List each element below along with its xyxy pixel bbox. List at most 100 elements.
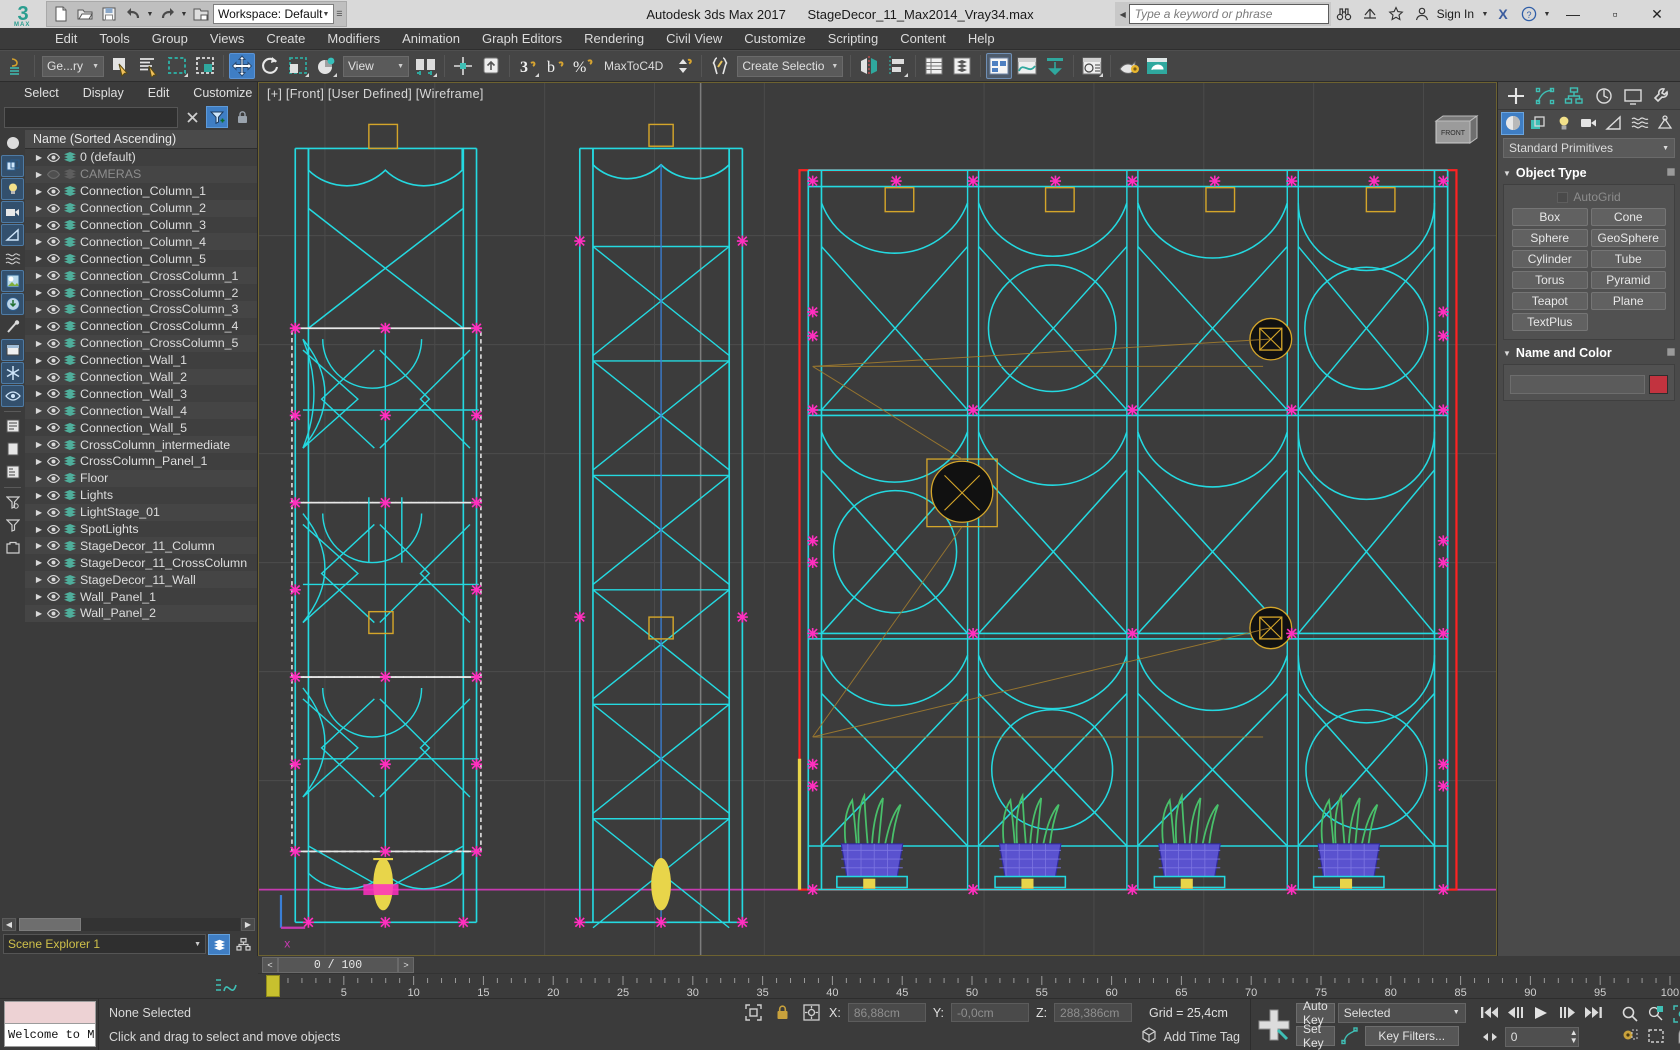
object-button-tube[interactable]: Tube [1590, 250, 1666, 268]
menu-create[interactable]: Create [255, 28, 316, 50]
object-color-swatch[interactable] [1649, 375, 1668, 394]
motion-tab-icon[interactable] [1592, 84, 1616, 108]
expand-arrow-icon[interactable]: ▶ [33, 423, 45, 432]
close-button[interactable]: ✕ [1636, 0, 1678, 28]
layer-explorer-icon[interactable] [921, 53, 947, 79]
scene-explorer-row[interactable]: ▶ Connection_Wall_5 [25, 419, 257, 437]
menu-views[interactable]: Views [199, 28, 255, 50]
eye-visible-icon[interactable] [45, 524, 61, 535]
filter-clear-icon[interactable] [1, 514, 24, 536]
expand-arrow-icon[interactable]: ▶ [33, 440, 45, 449]
eye-visible-icon[interactable] [45, 220, 61, 231]
rectangular-selection-region-icon[interactable] [164, 53, 190, 79]
scene-explorer-row[interactable]: ▶ Connection_CrossColumn_3 [25, 301, 257, 318]
create-tab-icon[interactable] [1504, 84, 1528, 108]
expand-arrow-icon[interactable]: ▶ [33, 339, 45, 348]
menu-content[interactable]: Content [889, 28, 957, 50]
expand-arrow-icon[interactable]: ▶ [33, 153, 45, 162]
select-and-move-icon[interactable] [229, 53, 255, 79]
expand-arrow-icon[interactable]: ▶ [33, 237, 45, 246]
hscroll-thumb[interactable] [19, 917, 81, 931]
modify-tab-icon[interactable] [1533, 84, 1557, 108]
object-button-cylinder[interactable]: Cylinder [1512, 250, 1588, 268]
scene-explorer-row[interactable]: ▶ Wall_Panel_1 [25, 588, 257, 606]
eye-visible-icon[interactable] [45, 388, 61, 399]
zoom-icon[interactable] [1618, 1003, 1643, 1024]
object-name-input[interactable] [1510, 375, 1645, 394]
menu-help[interactable]: Help [957, 28, 1006, 50]
isolate-selection-icon[interactable] [742, 1002, 764, 1023]
quick-access-toolbar[interactable]: ▼ ▼ Workspace: Default ▼ ☰ [46, 1, 348, 27]
geometry-icon[interactable] [1501, 111, 1525, 135]
viewport-label[interactable]: [+] [Front] [User Defined] [Wireframe] [267, 87, 484, 101]
expand-arrow-icon[interactable]: ▶ [33, 541, 45, 550]
expand-arrow-icon[interactable]: ▶ [33, 271, 45, 280]
frame-field-row[interactable]: < 0 / 100 > [258, 956, 1680, 973]
se-menu-select[interactable]: Select [12, 86, 71, 100]
blank-page-icon[interactable] [1, 438, 24, 460]
primitive-category-dropdown[interactable]: Standard Primitives ▼ [1503, 138, 1675, 158]
y-coordinate-field[interactable]: -0,0cm [950, 1003, 1029, 1022]
zoom-all-icon[interactable] [1644, 1003, 1669, 1024]
expand-arrow-icon[interactable]: ▶ [33, 322, 45, 331]
filter-icon[interactable] [206, 106, 228, 128]
menu-graph-editors[interactable]: Graph Editors [471, 28, 573, 50]
scene-explorer-row[interactable]: ▶ StageDecor_11_Wall [25, 571, 257, 589]
menu-scripting[interactable]: Scripting [817, 28, 890, 50]
viewport-navigation-grid[interactable] [1618, 1003, 1680, 1046]
z-coordinate-field[interactable]: 288,386cm [1054, 1003, 1133, 1022]
hierarchy-tab-icon[interactable] [1562, 84, 1586, 108]
helpers-icon[interactable] [1603, 112, 1626, 135]
selection-lock-icon[interactable] [771, 1002, 793, 1023]
eye-visible-icon[interactable] [45, 152, 61, 163]
scene-explorer-row[interactable]: ▶ Connection_Column_2 [25, 199, 257, 217]
use-center-flyout-icon[interactable] [413, 53, 439, 79]
undo-dropdown-caret[interactable]: ▼ [145, 3, 155, 25]
expand-arrow-icon[interactable]: ▶ [33, 170, 45, 179]
rollout-pin-icon[interactable]: ⯀ [1667, 168, 1675, 179]
viewport-canvas[interactable]: x [259, 83, 1496, 955]
chevron-down-icon-2[interactable]: ▼ [1503, 349, 1511, 358]
systems-icon[interactable] [1654, 112, 1677, 135]
menu-group[interactable]: Group [141, 28, 199, 50]
maxtoc4d-updown-icon[interactable] [670, 53, 696, 79]
frame-next-arrow[interactable]: > [398, 957, 414, 973]
eye-visible-icon[interactable] [45, 405, 61, 416]
object-button-plane[interactable]: Plane [1590, 292, 1666, 310]
eye-visible-icon[interactable] [45, 507, 61, 518]
expand-arrow-icon[interactable]: ▶ [33, 592, 45, 601]
display-groups-icon[interactable] [1, 270, 24, 292]
time-tag-row[interactable]: Add Time Tag [738, 1025, 1250, 1049]
command-panel-tabs[interactable] [1498, 82, 1680, 110]
track-view-icon[interactable] [214, 976, 240, 999]
key-mode-toggle-icon[interactable] [1478, 1026, 1502, 1047]
time-slider-handle[interactable] [266, 975, 280, 997]
scene-explorer-search-input[interactable] [4, 106, 178, 128]
scene-explorer-row[interactable]: ▶ Connection_Wall_4 [25, 402, 257, 420]
mini-listener-pink-field[interactable] [4, 1001, 96, 1023]
eye-visible-icon[interactable] [45, 186, 61, 197]
display-lights-icon[interactable] [1, 178, 24, 200]
eye-visible-icon[interactable] [45, 338, 61, 349]
previous-frame-icon[interactable] [1504, 1002, 1528, 1023]
eye-visible-icon[interactable] [45, 456, 61, 467]
named-selection-sets-icon[interactable] [478, 53, 504, 79]
object-button-teapot[interactable]: Teapot [1512, 292, 1588, 310]
align-icon[interactable] [450, 53, 476, 79]
eye-visible-icon[interactable] [45, 422, 61, 433]
object-type-button-grid[interactable]: Box Cone Sphere GeoSphere Cylinder Tube … [1512, 208, 1666, 331]
display-space-warps-icon[interactable] [1, 247, 24, 269]
add-time-tag-group[interactable]: Add Time Tag [1141, 1027, 1250, 1046]
filter-add-icon[interactable] [1, 491, 24, 513]
expand-arrow-icon[interactable]: ▶ [33, 609, 45, 618]
eye-visible-icon[interactable] [45, 591, 61, 602]
display-shapes-icon[interactable] [1, 155, 24, 177]
field-of-view-icon[interactable] [1618, 1025, 1643, 1046]
menu-civil-view[interactable]: Civil View [655, 28, 733, 50]
scene-explorer-row[interactable]: ▶ Connection_CrossColumn_4 [25, 317, 257, 335]
rollout-name-color-header[interactable]: ▼ Name and Color ⯀ [1503, 344, 1675, 362]
scene-explorer-row[interactable]: ▶ Connection_Wall_1 [25, 351, 257, 369]
reference-coordinate-system[interactable]: View ▼ [343, 55, 409, 77]
expand-arrow-icon[interactable]: ▶ [33, 508, 45, 517]
workspace-selector[interactable]: Workspace: Default ▼ [213, 4, 335, 24]
